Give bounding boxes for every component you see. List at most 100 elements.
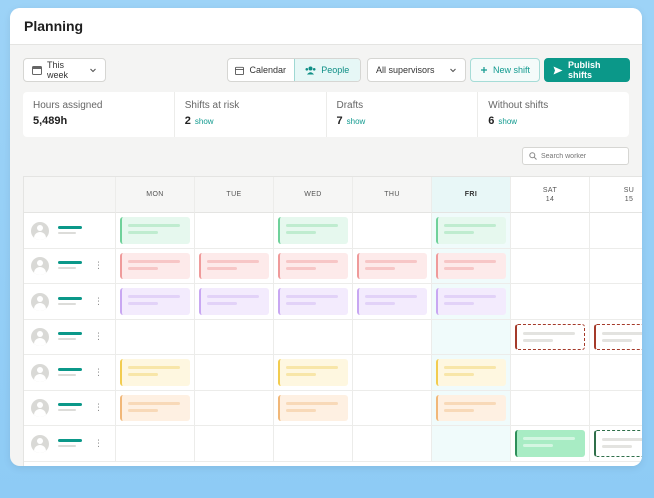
show-link[interactable]: show — [347, 117, 366, 126]
worker-row-header[interactable]: ⋮ — [24, 355, 116, 391]
schedule-cell[interactable] — [353, 319, 432, 355]
schedule-cell[interactable] — [353, 355, 432, 391]
week-selector[interactable]: This week — [23, 58, 106, 82]
search-input[interactable] — [541, 152, 626, 160]
worker-name-placeholder — [58, 296, 82, 300]
shift-time-placeholder — [128, 231, 158, 234]
shift-block[interactable] — [278, 288, 348, 315]
worker-row-header[interactable]: ⋮ — [24, 426, 116, 462]
shift-block[interactable] — [199, 288, 269, 315]
schedule-cell[interactable] — [511, 248, 590, 284]
schedule-cell[interactable] — [432, 426, 511, 462]
shift-block[interactable] — [278, 252, 348, 279]
schedule-cell[interactable] — [195, 213, 274, 249]
shift-block[interactable] — [436, 359, 506, 386]
calendar-view-label: Calendar — [249, 65, 287, 75]
schedule-cell[interactable] — [590, 249, 642, 284]
day-header-tue: TUE — [195, 177, 274, 213]
worker-row-header[interactable] — [24, 213, 116, 249]
worker-name-placeholder — [58, 261, 82, 265]
shift-block[interactable] — [357, 288, 427, 315]
show-link[interactable]: show — [195, 117, 214, 126]
shift-block[interactable] — [436, 394, 506, 421]
schedule-cell[interactable] — [432, 319, 511, 355]
shift-title-placeholder — [444, 366, 496, 369]
people-view-button[interactable]: People — [293, 59, 360, 81]
day-label: TUE — [226, 191, 242, 198]
schedule-cell[interactable] — [195, 319, 274, 355]
shift-block[interactable] — [278, 394, 348, 421]
schedule-cell[interactable] — [590, 213, 642, 249]
shift-block[interactable] — [515, 430, 585, 457]
shift-block[interactable] — [436, 288, 506, 315]
shift-time-placeholder — [128, 373, 158, 376]
calendar-view-button[interactable]: Calendar — [228, 59, 294, 81]
worker-row-header[interactable]: ⋮ — [24, 284, 116, 320]
stat-value: 7 — [336, 115, 343, 127]
stat-without-shifts: Without shifts 6 show — [478, 92, 629, 137]
schedule-cell[interactable] — [353, 426, 432, 462]
shift-block[interactable] — [199, 252, 269, 279]
worker-row-header[interactable]: ⋮ — [24, 248, 116, 284]
shift-block[interactable] — [594, 430, 642, 457]
day-header-mon: MON — [116, 177, 195, 213]
shift-time-placeholder — [286, 408, 316, 412]
schedule-cell[interactable] — [511, 213, 590, 249]
schedule-cell[interactable] — [116, 319, 195, 355]
shift-block[interactable] — [120, 217, 190, 244]
schedule-cell[interactable] — [274, 319, 353, 355]
schedule-cell[interactable] — [353, 213, 432, 249]
more-options-icon[interactable]: ⋮ — [94, 331, 103, 342]
schedule-cell[interactable] — [590, 391, 642, 426]
schedule-cell[interactable] — [353, 390, 432, 426]
publish-shifts-button[interactable]: Publish shifts — [544, 58, 630, 82]
shift-block[interactable] — [357, 252, 427, 279]
schedule-cell[interactable] — [511, 390, 590, 426]
schedule-cell[interactable] — [274, 426, 353, 462]
supervisor-select[interactable]: All supervisors — [367, 58, 466, 82]
shift-block[interactable] — [594, 323, 642, 350]
schedule-cell[interactable] — [511, 284, 590, 320]
day-header-thu: THU — [353, 177, 432, 213]
chevron-down-icon — [450, 68, 456, 73]
shift-block[interactable] — [120, 288, 190, 315]
shift-block[interactable] — [278, 359, 348, 386]
schedule-cell[interactable] — [590, 284, 642, 320]
more-options-icon[interactable]: ⋮ — [94, 296, 103, 307]
schedule-cell[interactable] — [116, 426, 195, 462]
shift-block[interactable] — [120, 359, 190, 386]
shift-time-placeholder — [444, 302, 474, 305]
shift-block[interactable] — [515, 323, 585, 350]
publish-label: Publish shifts — [568, 60, 601, 80]
shift-time-placeholder — [444, 231, 474, 234]
more-options-icon[interactable]: ⋮ — [94, 402, 103, 413]
shift-title-placeholder — [286, 401, 338, 405]
shift-time-placeholder — [444, 373, 474, 376]
schedule-cell[interactable] — [590, 355, 642, 391]
show-link[interactable]: show — [498, 117, 517, 126]
planning-window: Planning This week Calendar People All s… — [10, 8, 642, 466]
schedule-cell[interactable] — [195, 426, 274, 462]
shift-block[interactable] — [278, 217, 348, 244]
schedule-cell[interactable] — [195, 355, 274, 391]
shift-time-placeholder — [128, 266, 158, 270]
shift-block[interactable] — [436, 252, 506, 279]
plus-icon — [480, 67, 487, 73]
day-label: FRI — [464, 191, 478, 198]
more-options-icon[interactable]: ⋮ — [94, 367, 103, 378]
shift-block[interactable] — [120, 252, 190, 279]
schedule-cell[interactable] — [511, 355, 590, 391]
more-options-icon[interactable]: ⋮ — [94, 260, 103, 271]
worker-row-header[interactable]: ⋮ — [24, 390, 116, 426]
new-shift-button[interactable]: New shift — [470, 58, 540, 82]
shift-block[interactable] — [436, 217, 506, 244]
schedule-cell[interactable] — [195, 390, 274, 426]
shift-block[interactable] — [120, 394, 190, 421]
shift-title-placeholder — [207, 295, 259, 298]
shift-time-placeholder — [602, 445, 632, 448]
worker-row-header[interactable]: ⋮ — [24, 319, 116, 355]
day-header-su: SU 15 — [590, 177, 642, 213]
shift-time-placeholder — [444, 408, 474, 412]
more-options-icon[interactable]: ⋮ — [94, 438, 103, 449]
stat-label: Hours assigned — [33, 100, 103, 111]
